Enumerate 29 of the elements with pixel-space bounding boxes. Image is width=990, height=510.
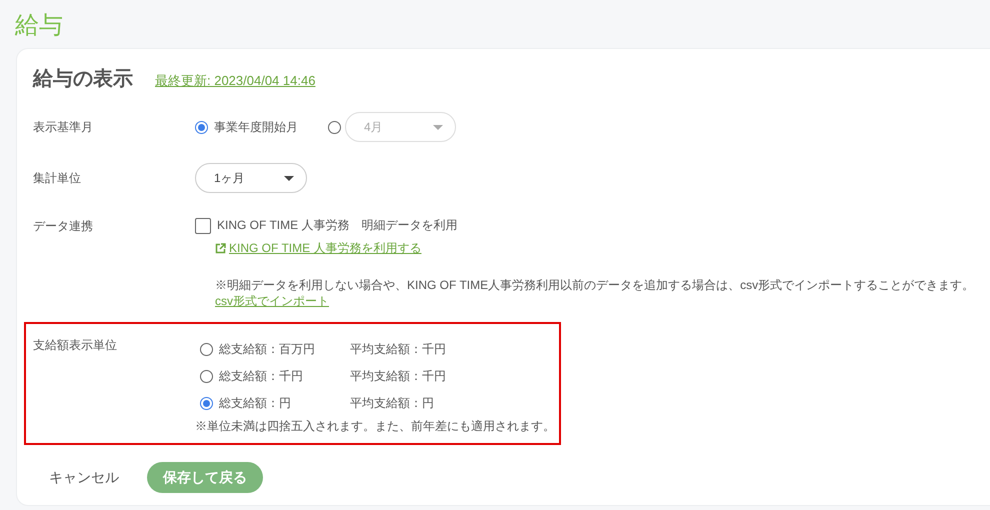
note-text: ※単位未満は四捨五入されます。また、前年差にも適用されます。: [195, 418, 556, 435]
save-button[interactable]: 保存して戻る: [147, 462, 263, 493]
field-label: 支給額表示単位: [33, 337, 118, 354]
caret-icon: [284, 176, 294, 180]
radio-button[interactable]: [195, 120, 208, 134]
option-label: 事業年度開始月: [214, 118, 298, 136]
page-title: 給与: [14, 11, 63, 41]
field-label: データ連携: [33, 218, 94, 235]
period-dropdown[interactable]: 1ヶ月: [195, 163, 307, 193]
field-label: 集計単位: [33, 170, 82, 187]
note-text: ※明細データを利用しない場合や、KING OF TIME人事労務利用以前のデータを追加する場合は、csv形式でインポートすることができます。: [215, 277, 976, 293]
option-label: 平均支給額：千円: [350, 368, 446, 385]
checkbox[interactable]: [195, 218, 211, 234]
option-label: 平均支給額：千円: [350, 341, 446, 358]
import-link[interactable]: csv形式でインポート: [215, 293, 329, 310]
field-label: 表示基準月: [33, 119, 94, 136]
radio-button[interactable]: [200, 397, 213, 410]
caret-icon: [433, 124, 443, 130]
option-label: 総支給額：千円: [219, 368, 304, 385]
radio-button[interactable]: [200, 370, 213, 383]
option-label: 総支給額：百万円: [219, 341, 316, 358]
last-updated-link[interactable]: 最終更新: 2023/04/04 14:46: [155, 72, 316, 90]
card-title: 給与の表示: [33, 67, 133, 92]
cancel-button[interactable]: キャンセル: [49, 464, 119, 490]
checkbox-label: KING OF TIME 人事労務 明細データを利用: [217, 217, 458, 234]
option-label: 総支給額：円: [219, 395, 292, 412]
radio-button[interactable]: [200, 343, 213, 356]
option-label: 平均支給額：円: [350, 395, 434, 412]
external-link-icon: [215, 243, 226, 254]
